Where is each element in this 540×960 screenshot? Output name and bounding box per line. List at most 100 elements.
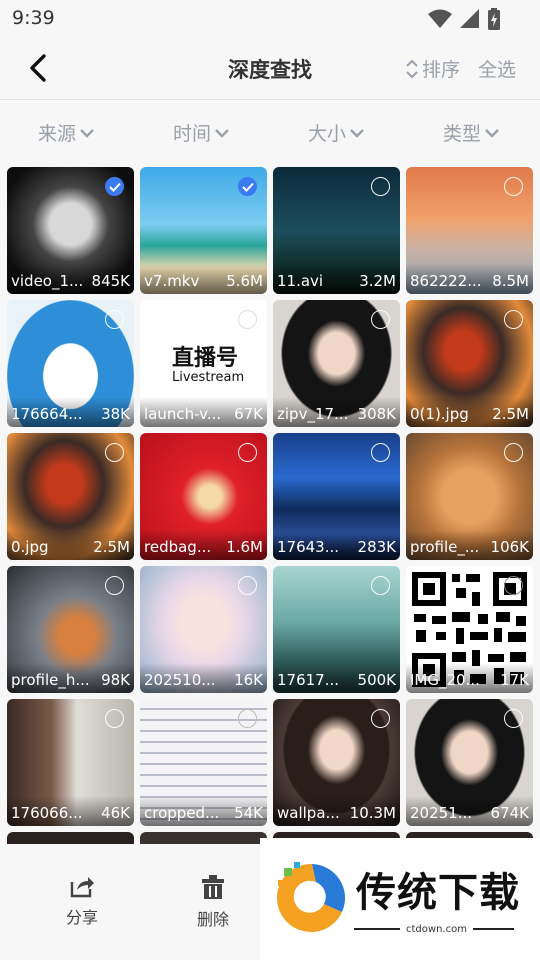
filter-type[interactable]: 类型 xyxy=(443,119,499,146)
file-size: 106K xyxy=(490,538,529,556)
file-size: 500K xyxy=(357,671,396,689)
file-thumbnail[interactable]: 11.avi 3.2M xyxy=(273,167,400,294)
file-size: 283K xyxy=(357,538,396,556)
checkbox-icon[interactable] xyxy=(105,310,124,329)
file-thumbnail[interactable]: 176066... 46K xyxy=(7,699,134,826)
checkbox-icon[interactable] xyxy=(371,310,390,329)
filter-type-label: 类型 xyxy=(443,123,482,145)
file-size: 1.6M xyxy=(226,538,263,556)
file-name: profile_h... xyxy=(11,671,89,689)
file-name: 176066... xyxy=(11,804,83,822)
file-thumbnail[interactable]: video_1... 845K xyxy=(7,167,134,294)
file-thumbnail[interactable]: 202510... 16K xyxy=(140,566,267,693)
file-thumbnail[interactable]: profile_h... 98K xyxy=(7,566,134,693)
file-thumbnail[interactable]: profile_... 106K xyxy=(406,433,533,560)
checkbox-icon[interactable] xyxy=(238,709,257,728)
share-icon xyxy=(70,877,94,898)
file-name: 20251... xyxy=(410,804,473,822)
filter-time[interactable]: 时间 xyxy=(173,119,229,146)
checkbox-icon[interactable] xyxy=(504,310,523,329)
file-name: video_1... xyxy=(11,272,84,290)
checkbox-icon[interactable] xyxy=(504,443,523,462)
watermark-text: 传统下载 xyxy=(356,870,520,916)
file-size: 2.5M xyxy=(93,538,130,556)
checkbox-icon[interactable] xyxy=(238,576,257,595)
file-size: 5.6M xyxy=(226,272,263,290)
file-name: 862222... xyxy=(410,272,482,290)
file-thumbnail[interactable]: 17617... 500K xyxy=(273,566,400,693)
checkbox-icon[interactable] xyxy=(371,443,390,462)
filter-source[interactable]: 来源 xyxy=(38,119,94,146)
file-size: 54K xyxy=(234,804,263,822)
file-size: 674K xyxy=(490,804,529,822)
file-size: 38K xyxy=(101,405,130,423)
checkbox-icon[interactable] xyxy=(504,576,523,595)
sort-icon xyxy=(406,59,418,78)
checkbox-checked-icon[interactable] xyxy=(238,177,257,196)
checkbox-checked-icon[interactable] xyxy=(105,177,124,196)
share-button[interactable]: 分享 xyxy=(47,874,117,928)
launch-brand-text: 直播号 xyxy=(172,346,239,371)
select-all-button[interactable]: 全选 xyxy=(478,55,516,82)
battery-icon xyxy=(488,8,500,34)
sort-button[interactable]: 排序 xyxy=(404,55,460,82)
delete-label: 删除 xyxy=(196,910,229,929)
file-name: zipv_17... xyxy=(277,405,349,423)
file-size: 308K xyxy=(357,405,396,423)
watermark: 传统下载 ctdown.com xyxy=(260,838,540,960)
sort-label: 排序 xyxy=(422,59,461,81)
file-name: 11.avi xyxy=(277,272,324,290)
file-thumbnail[interactable]: IMG_20... 17K xyxy=(406,566,533,693)
checkbox-icon[interactable] xyxy=(238,443,257,462)
trash-icon xyxy=(202,875,224,899)
file-thumbnail[interactable]: 176664... 38K xyxy=(7,300,134,427)
file-size: 2.5M xyxy=(492,405,529,423)
chevron-down-icon xyxy=(80,128,94,138)
delete-button[interactable]: 删除 xyxy=(178,874,248,930)
file-thumbnail[interactable]: 20251... 674K xyxy=(406,699,533,826)
filter-size[interactable]: 大小 xyxy=(308,119,364,146)
file-name: v7.mkv xyxy=(144,272,200,290)
chevron-down-icon xyxy=(215,128,229,138)
header: 深度查找 排序 全选 xyxy=(0,36,540,100)
launch-sub-text: Livestream xyxy=(172,370,245,385)
file-thumbnail[interactable]: v7.mkv 5.6M xyxy=(140,167,267,294)
file-thumbnail[interactable]: wallpa... 10.3M xyxy=(273,699,400,826)
checkbox-icon[interactable] xyxy=(105,443,124,462)
file-size: 10.3M xyxy=(349,804,396,822)
file-name: profile_... xyxy=(410,538,480,556)
file-size: 3.2M xyxy=(359,272,396,290)
file-size: 8.5M xyxy=(492,272,529,290)
file-name: wallpa... xyxy=(277,804,340,822)
chevron-down-icon xyxy=(485,128,499,138)
file-thumbnail[interactable] xyxy=(140,832,267,844)
file-thumbnail[interactable]: zipv_17... 308K xyxy=(273,300,400,427)
status-icons xyxy=(428,8,500,34)
file-thumbnail[interactable]: 0.jpg 2.5M xyxy=(7,433,134,560)
file-thumbnail[interactable]: cropped... 54K xyxy=(140,699,267,826)
file-name: redbag... xyxy=(144,538,212,556)
checkbox-icon[interactable] xyxy=(504,177,523,196)
file-name: 17617... xyxy=(277,671,340,689)
status-bar: 9:39 xyxy=(0,0,540,36)
checkbox-icon[interactable] xyxy=(238,310,257,329)
file-thumbnail[interactable]: 0(1).jpg 2.5M xyxy=(406,300,533,427)
watermark-logo xyxy=(277,862,346,932)
file-thumbnail[interactable]: 17643... 283K xyxy=(273,433,400,560)
checkbox-icon[interactable] xyxy=(504,709,523,728)
file-name: 17643... xyxy=(277,538,340,556)
checkbox-icon[interactable] xyxy=(105,709,124,728)
file-thumbnail[interactable]: 862222... 8.5M xyxy=(406,167,533,294)
checkbox-icon[interactable] xyxy=(371,709,390,728)
file-thumbnail[interactable] xyxy=(7,832,134,844)
file-thumbnail[interactable]: redbag... 1.6M xyxy=(140,433,267,560)
file-size: 98K xyxy=(101,671,130,689)
checkbox-icon[interactable] xyxy=(371,576,390,595)
file-thumbnail[interactable]: 直播号 Livestream launch-v... 67K xyxy=(140,300,267,427)
filter-size-label: 大小 xyxy=(308,123,347,145)
checkbox-icon[interactable] xyxy=(105,576,124,595)
file-name: 202510... xyxy=(144,671,216,689)
thumbnail-image xyxy=(7,832,134,844)
file-grid: video_1... 845K v7.mkv 5.6M 11.avi 3.2M … xyxy=(7,167,535,844)
checkbox-icon[interactable] xyxy=(371,177,390,196)
